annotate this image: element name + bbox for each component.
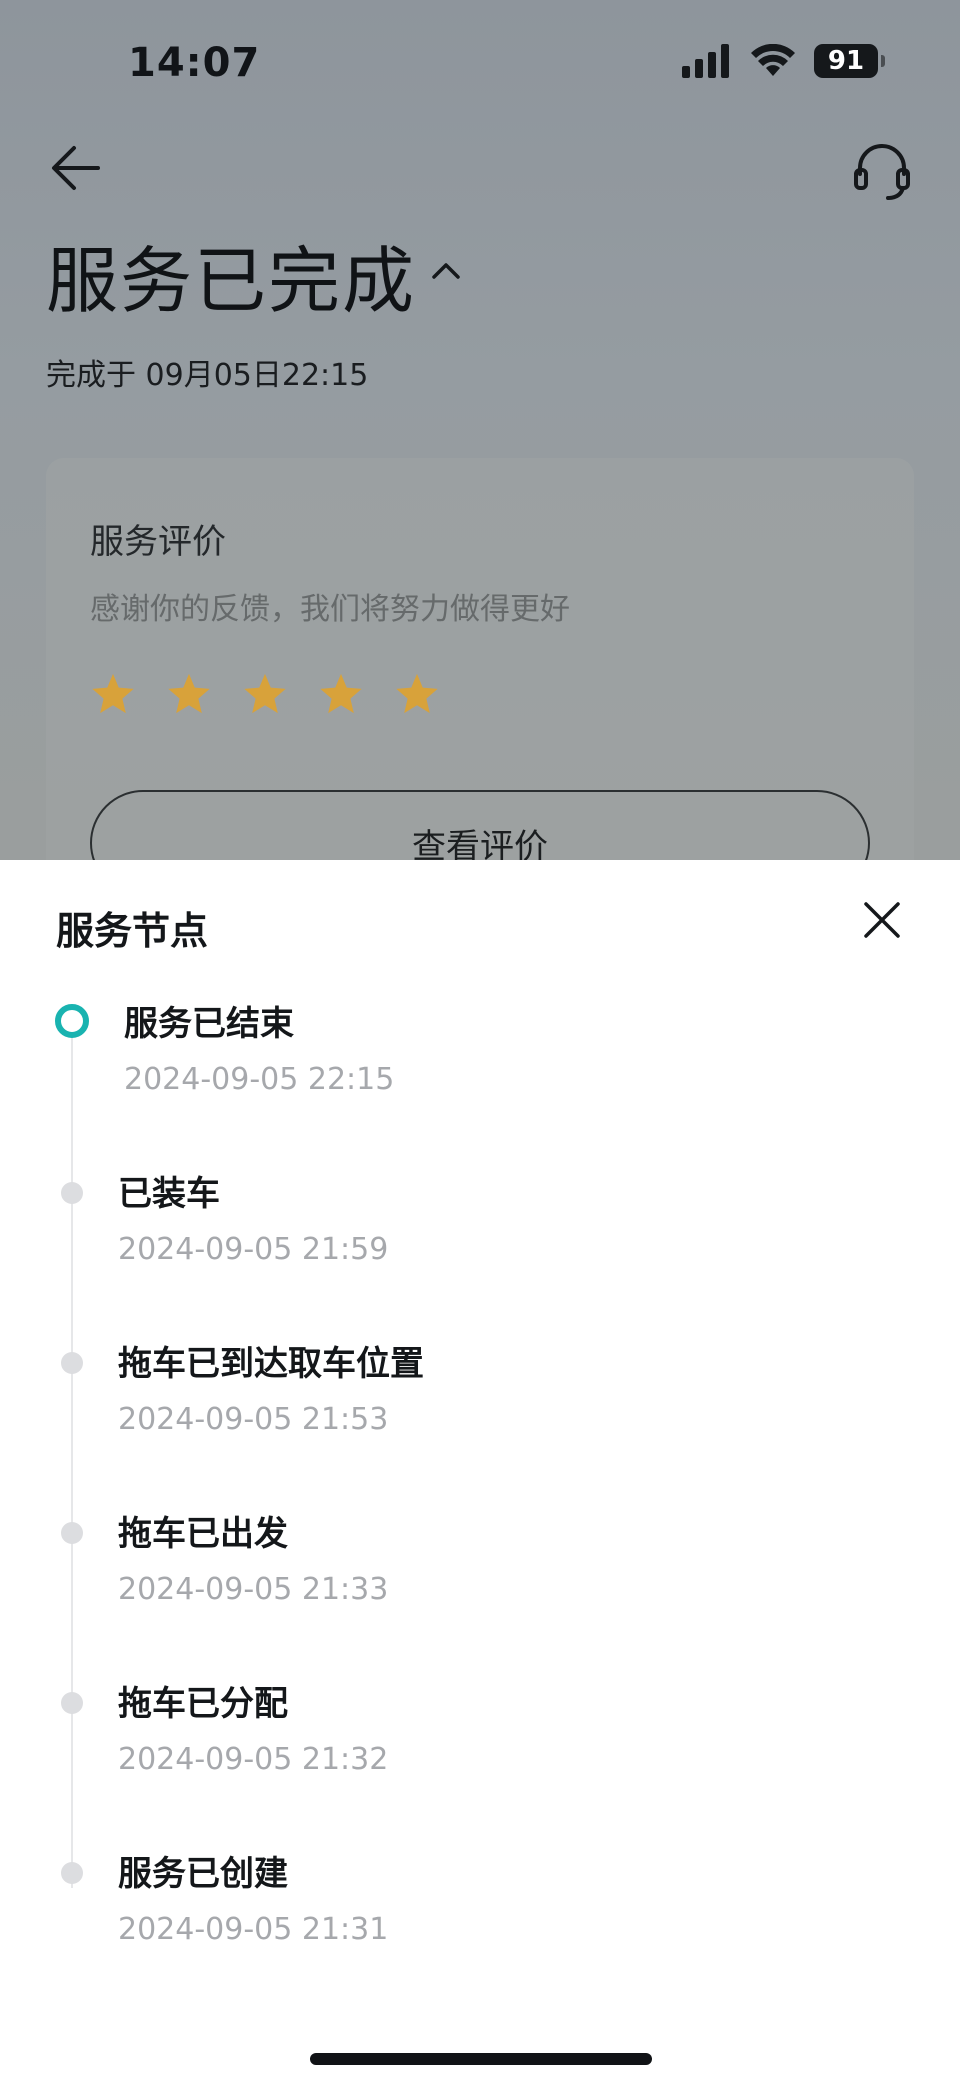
node-time: 2024-09-05 21:31 [118,1912,389,1947]
battery-level: 91 [827,46,865,76]
review-title: 服务评价 [90,522,226,562]
sheet-title: 服务节点 [56,909,209,953]
node-dot-active [55,1004,89,1038]
node-dot [61,1352,83,1374]
node-label: 拖车已出发 [118,1514,288,1554]
service-nodes-sheet: 服务节点 服务已结束 2024-09-05 22:15 已装车 2024-09-… [0,860,960,2081]
status-icons: 91 [682,44,885,78]
battery-icon: 91 [814,44,885,78]
node-time: 2024-09-05 21:32 [118,1742,389,1777]
node-time: 2024-09-05 22:15 [124,1062,395,1097]
home-indicator[interactable] [310,2053,652,2065]
node-dot [61,1522,83,1544]
page-title: 服务已完成 [46,239,417,323]
screen: 14:07 91 服务已完成 完成于 09月05日22:15 服务评价 感谢你的… [0,0,960,2081]
node-label: 已装车 [118,1174,220,1214]
star-icon[interactable] [318,672,364,716]
node-dot [61,1862,83,1884]
chevron-up-icon[interactable] [428,255,464,285]
signal-icon [682,44,729,78]
timeline-node: 服务已创建 2024-09-05 21:31 [0,1840,960,2010]
close-icon[interactable] [860,898,904,942]
star-icon[interactable] [166,672,212,716]
star-icon[interactable] [242,672,288,716]
node-time: 2024-09-05 21:53 [118,1402,389,1437]
back-arrow-icon[interactable] [48,140,104,196]
node-dot [61,1182,83,1204]
node-time: 2024-09-05 21:33 [118,1572,389,1607]
completed-at: 完成于 09月05日22:15 [46,358,369,393]
timeline-node: 服务已结束 2024-09-05 22:15 [0,990,960,1160]
timeline-node: 拖车已分配 2024-09-05 21:32 [0,1670,960,1840]
battery-cap [881,55,885,67]
status-bar: 14:07 91 [0,0,960,130]
star-rating [90,672,440,716]
review-subtitle: 感谢你的反馈，我们将努力做得更好 [90,592,570,627]
timeline-node: 拖车已到达取车位置 2024-09-05 21:53 [0,1330,960,1500]
node-label: 服务已结束 [124,1004,294,1044]
node-dot [61,1692,83,1714]
timeline-node: 已装车 2024-09-05 21:59 [0,1160,960,1330]
node-label: 拖车已分配 [118,1684,288,1724]
headset-icon[interactable] [850,138,914,202]
star-icon[interactable] [394,672,440,716]
node-label: 拖车已到达取车位置 [118,1344,424,1384]
star-icon[interactable] [90,672,136,716]
wifi-icon [751,44,795,76]
timeline-node: 拖车已出发 2024-09-05 21:33 [0,1500,960,1670]
status-time: 14:07 [128,40,261,86]
node-time: 2024-09-05 21:59 [118,1232,389,1267]
review-card: 服务评价 感谢你的反馈，我们将努力做得更好 查看评价 [46,458,914,918]
node-label: 服务已创建 [118,1854,288,1894]
